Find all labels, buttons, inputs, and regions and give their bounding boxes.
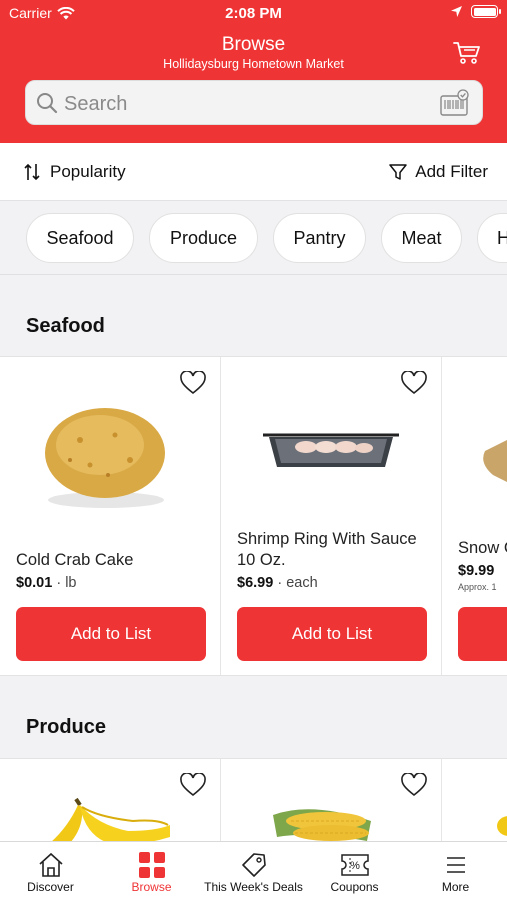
product-card[interactable]: Cold Crab Cake $0.01 · lb Add to List	[0, 357, 221, 675]
sort-label: Popularity	[50, 162, 126, 181]
section-title-seafood: Seafood	[26, 315, 105, 337]
chip-seafood[interactable]: Seafood	[26, 213, 134, 263]
product-name: Snow C	[458, 539, 507, 557]
search-icon	[37, 93, 58, 114]
product-card[interactable]	[0, 759, 221, 842]
product-card[interactable]: Shrimp Ring With Sauce 10 Oz. $6.99 · ea…	[221, 357, 442, 675]
corn-image	[273, 809, 371, 841]
page-title: Browse	[221, 34, 286, 55]
favorite-heart-icon[interactable]	[180, 773, 206, 797]
produce-product-row	[0, 758, 507, 842]
product-card[interactable]: Snow C $9.99 Approx. 1	[443, 357, 507, 675]
product-card[interactable]	[221, 759, 442, 842]
price-value: $0.01	[16, 575, 53, 591]
product-approx-note: Approx. 1	[458, 582, 497, 592]
product-price: $6.99 · each	[237, 575, 318, 591]
shrimp-ring-image	[263, 433, 399, 467]
price-value: $6.99	[237, 575, 274, 591]
status-bar: Carrier 2:08 PM	[0, 5, 507, 23]
tab-coupons[interactable]: % Coupons	[304, 850, 405, 894]
category-chips: Seafood Produce Pantry Meat H	[0, 201, 507, 275]
section-title-produce: Produce	[26, 716, 107, 738]
tab-label: Coupons	[330, 880, 379, 894]
favorite-heart-icon[interactable]	[401, 371, 427, 395]
battery-icon	[471, 5, 501, 18]
add-to-list-button[interactable]: Add to List	[237, 607, 427, 661]
add-filter-button[interactable]: Add Filter	[389, 162, 488, 182]
snow-crab-image	[483, 440, 507, 482]
header: Carrier 2:08 PM Browse Hollidaysburg Hom…	[0, 0, 507, 143]
tab-label: Discover	[27, 880, 74, 894]
chip-meat[interactable]: Meat	[381, 213, 462, 263]
tab-more[interactable]: More	[405, 850, 506, 894]
filter-label: Add Filter	[415, 162, 488, 181]
barcode-scan-icon[interactable]	[440, 89, 470, 117]
seafood-product-row: Cold Crab Cake $0.01 · lb Add to List Sh…	[0, 356, 507, 676]
price-value: $9.99	[458, 563, 495, 579]
chip-pantry[interactable]: Pantry	[273, 213, 366, 263]
product-card[interactable]	[443, 759, 507, 842]
price-unit: each	[286, 575, 318, 591]
tag-icon	[241, 853, 266, 877]
tab-bar: Discover Browse This Week's Deals % Coup…	[0, 841, 507, 900]
tab-label: More	[441, 880, 470, 894]
cart-icon[interactable]	[453, 40, 481, 66]
add-to-list-button[interactable]	[458, 607, 507, 661]
grid-icon	[138, 852, 165, 878]
product-price: $0.01 · lb	[16, 575, 77, 591]
tab-deals[interactable]: This Week's Deals	[203, 850, 304, 894]
bananas-image	[51, 797, 170, 842]
favorite-heart-icon[interactable]	[180, 371, 206, 395]
store-name: Hollidaysburg Hometown Market	[163, 57, 344, 71]
favorite-heart-icon[interactable]	[401, 773, 427, 797]
add-to-list-button[interactable]: Add to List	[16, 607, 206, 661]
chip-produce[interactable]: Produce	[149, 213, 258, 263]
sort-button[interactable]: Popularity	[24, 162, 126, 182]
produce-image	[497, 816, 507, 836]
filter-icon	[389, 164, 407, 180]
tab-label: Browse	[131, 880, 172, 894]
tab-label: This Week's Deals	[204, 880, 303, 894]
product-price: $9.99	[458, 563, 494, 579]
location-arrow-icon	[451, 6, 462, 17]
home-icon	[38, 852, 63, 877]
menu-icon	[446, 857, 465, 873]
clock: 2:08 PM	[225, 5, 282, 22]
svg-text:%: %	[350, 860, 360, 872]
product-name: Shrimp Ring With Sauce 10 Oz.	[237, 530, 417, 569]
chip-more-category[interactable]: H	[477, 213, 507, 263]
tab-discover[interactable]: Discover	[0, 850, 101, 894]
sort-icon	[24, 163, 40, 181]
price-unit: lb	[65, 575, 77, 591]
coupon-icon: %	[340, 854, 369, 876]
tab-browse[interactable]: Browse	[101, 850, 202, 894]
product-name: Cold Crab Cake	[16, 551, 134, 569]
search-placeholder: Search	[64, 93, 128, 115]
search-input[interactable]: Search	[25, 80, 483, 125]
sort-filter-bar: Popularity Add Filter	[0, 143, 507, 201]
crab-cake-image	[45, 408, 165, 508]
